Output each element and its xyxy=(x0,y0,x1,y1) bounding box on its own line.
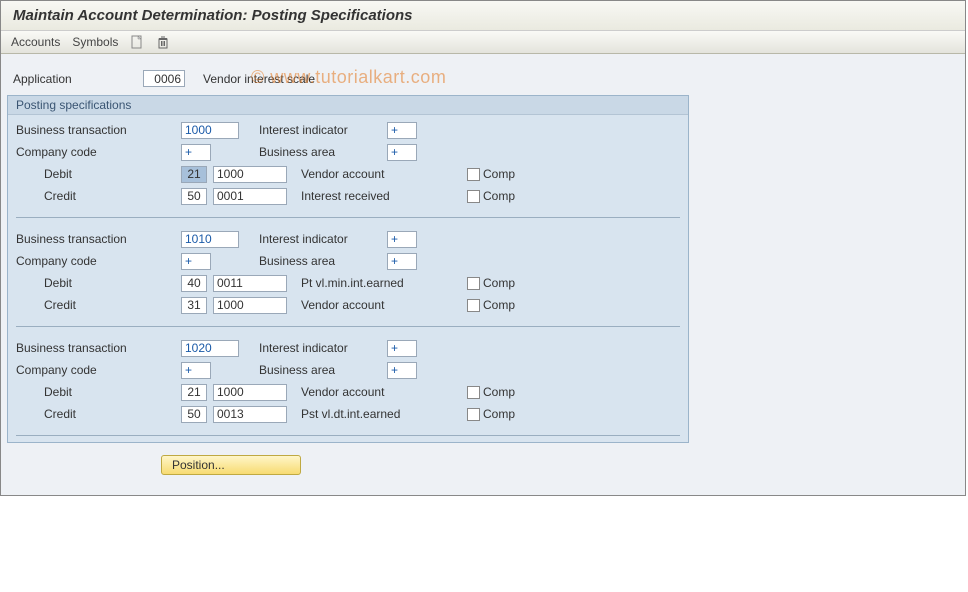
page-title: Maintain Account Determination: Posting … xyxy=(1,1,965,31)
application-input[interactable] xyxy=(143,70,185,87)
posting-block: Business transaction Interest indicator … xyxy=(8,115,688,218)
credit-desc: Interest received xyxy=(287,189,467,203)
credit-label: Credit xyxy=(44,407,181,421)
ii-label: Interest indicator xyxy=(255,123,387,137)
credit-desc: Pst vl.dt.int.earned xyxy=(287,407,467,421)
bt-label: Business transaction xyxy=(16,232,181,246)
posting-block: Business transaction Interest indicator … xyxy=(8,333,688,436)
debit-label: Debit xyxy=(44,276,181,290)
debit-acct-input[interactable] xyxy=(213,275,287,292)
bt-label: Business transaction xyxy=(16,123,181,137)
bt-label: Business transaction xyxy=(16,341,181,355)
credit-acct-input[interactable] xyxy=(213,188,287,205)
bt-input[interactable] xyxy=(181,340,239,357)
debit-pk-input[interactable] xyxy=(181,275,207,292)
cc-input[interactable] xyxy=(181,253,211,270)
posting-block: Business transaction Interest indicator … xyxy=(8,224,688,327)
debit-desc: Pt vl.min.int.earned xyxy=(287,276,467,290)
debit-desc: Vendor account xyxy=(287,385,467,399)
position-button[interactable]: Position... xyxy=(161,455,301,475)
credit-comp-checkbox[interactable] xyxy=(467,190,480,203)
credit-pk-input[interactable] xyxy=(181,406,207,423)
ba-label: Business area xyxy=(255,363,387,377)
debit-acct-input[interactable] xyxy=(213,166,287,183)
toolbar: Accounts Symbols © www.tutorialkart.com xyxy=(1,31,965,54)
debit-comp-checkbox[interactable] xyxy=(467,168,480,181)
menu-symbols[interactable]: Symbols xyxy=(72,35,118,49)
ba-label: Business area xyxy=(255,145,387,159)
application-label: Application xyxy=(13,72,143,86)
delete-icon[interactable] xyxy=(156,35,170,49)
posting-spec-group: Posting specifications Business transact… xyxy=(7,95,689,443)
debit-desc: Vendor account xyxy=(287,167,467,181)
credit-pk-input[interactable] xyxy=(181,297,207,314)
menu-accounts[interactable]: Accounts xyxy=(11,35,60,49)
debit-acct-input[interactable] xyxy=(213,384,287,401)
comp-label: Comp xyxy=(483,407,515,421)
window: Maintain Account Determination: Posting … xyxy=(0,0,966,496)
application-desc: Vendor interest scale xyxy=(203,72,315,86)
ii-label: Interest indicator xyxy=(255,341,387,355)
cc-label: Company code xyxy=(16,363,181,377)
ba-label: Business area xyxy=(255,254,387,268)
credit-comp-checkbox[interactable] xyxy=(467,299,480,312)
credit-label: Credit xyxy=(44,189,181,203)
group-title: Posting specifications xyxy=(8,96,688,115)
cc-input[interactable] xyxy=(181,362,211,379)
comp-label: Comp xyxy=(483,276,515,290)
ba-input[interactable] xyxy=(387,144,417,161)
bt-input[interactable] xyxy=(181,231,239,248)
application-row: Application Vendor interest scale xyxy=(1,66,965,95)
debit-label: Debit xyxy=(44,167,181,181)
credit-acct-input[interactable] xyxy=(213,297,287,314)
ii-label: Interest indicator xyxy=(255,232,387,246)
separator xyxy=(16,217,680,218)
ba-input[interactable] xyxy=(387,253,417,270)
debit-pk-input[interactable] xyxy=(181,166,207,183)
ii-input[interactable] xyxy=(387,122,417,139)
credit-desc: Vendor account xyxy=(287,298,467,312)
debit-comp-checkbox[interactable] xyxy=(467,277,480,290)
separator xyxy=(16,435,680,436)
ii-input[interactable] xyxy=(387,231,417,248)
bt-input[interactable] xyxy=(181,122,239,139)
cc-label: Company code xyxy=(16,254,181,268)
comp-label: Comp xyxy=(483,385,515,399)
debit-comp-checkbox[interactable] xyxy=(467,386,480,399)
cc-input[interactable] xyxy=(181,144,211,161)
main-area: Application Vendor interest scale Postin… xyxy=(1,54,965,495)
comp-label: Comp xyxy=(483,189,515,203)
credit-pk-input[interactable] xyxy=(181,188,207,205)
ba-input[interactable] xyxy=(387,362,417,379)
ii-input[interactable] xyxy=(387,340,417,357)
cc-label: Company code xyxy=(16,145,181,159)
separator xyxy=(16,326,680,327)
comp-label: Comp xyxy=(483,298,515,312)
debit-label: Debit xyxy=(44,385,181,399)
credit-acct-input[interactable] xyxy=(213,406,287,423)
debit-pk-input[interactable] xyxy=(181,384,207,401)
create-icon[interactable] xyxy=(130,35,144,49)
comp-label: Comp xyxy=(483,167,515,181)
credit-comp-checkbox[interactable] xyxy=(467,408,480,421)
credit-label: Credit xyxy=(44,298,181,312)
